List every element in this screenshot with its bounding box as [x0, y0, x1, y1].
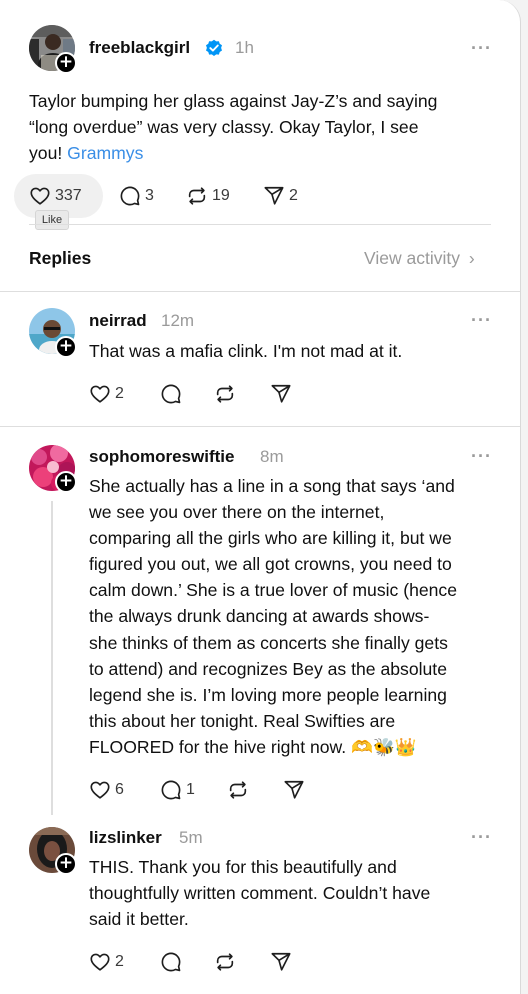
reply-button[interactable]: 1 — [160, 775, 195, 805]
reply-actions: 2 — [89, 947, 309, 977]
share-button[interactable]: 2 — [263, 181, 298, 211]
repost-button[interactable]: 19 — [186, 181, 230, 211]
reply-body-line: this about her tonight. Real Swifties ar… — [89, 710, 396, 731]
like-count: 337 — [55, 187, 82, 204]
like-tooltip: Like — [35, 210, 69, 230]
actions-divider — [29, 224, 491, 225]
reply-body-line: she thinks of them as concerts she final… — [89, 632, 448, 653]
send-icon — [284, 780, 304, 799]
more-options-icon[interactable]: ··· — [471, 38, 492, 59]
reply-body-line: thoughtfully written comment. Couldn’t h… — [89, 883, 431, 904]
reply-count: 3 — [145, 187, 154, 204]
more-options-icon[interactable]: ··· — [471, 446, 492, 467]
post-body-line: you! — [29, 143, 63, 164]
reply-post: + neirrad 12m ··· That was a mafia clink… — [0, 292, 520, 426]
repost-button[interactable] — [214, 947, 236, 977]
reply-body: THIS. Thank you for this beautifully and… — [89, 854, 509, 932]
repost-icon — [229, 781, 247, 799]
heart-icon — [90, 953, 110, 971]
heart-icon — [30, 187, 50, 205]
comment-icon — [161, 952, 181, 972]
reply-actions: 2 — [89, 379, 309, 409]
reply-body-line: calm down.’ She is a true lover of music… — [89, 580, 457, 601]
reply-body-line: figured you out, we all got crowns, you … — [89, 554, 452, 575]
reply-body-line: to attend) and recognizes Bey as the abs… — [89, 658, 447, 679]
post-body-line: Taylor bumping her glass against Jay-Z’s… — [29, 91, 438, 111]
like-count: 2 — [115, 385, 124, 402]
replies-header-title: Replies — [29, 248, 92, 268]
reply-time: 5m — [179, 828, 203, 847]
thread-card: + freeblackgirl 1h ··· Taylor bumping he… — [0, 0, 521, 994]
heart-icon — [90, 781, 110, 799]
tag-link[interactable]: Grammys — [67, 143, 143, 163]
post-time: 1h — [235, 38, 254, 57]
follow-plus-icon[interactable]: + — [55, 52, 77, 74]
reply-actions: 6 1 — [89, 775, 309, 805]
post-actions: 337 3 19 2 — [29, 181, 329, 211]
reply-body-line: She actually has a line in a song that s… — [89, 476, 455, 496]
reply-button[interactable]: 3 — [119, 181, 154, 211]
reply-time: 12m — [161, 311, 195, 330]
like-button[interactable]: 2 — [89, 379, 124, 409]
reply-button[interactable] — [160, 947, 182, 977]
send-icon — [271, 952, 291, 971]
reply-username[interactable]: lizslinker — [89, 828, 162, 848]
reply-body-line: legend she is. I’m loving more people le… — [89, 684, 447, 705]
reply-body-line: comparing all the girls who are killing … — [89, 528, 452, 549]
comment-icon — [161, 780, 181, 800]
comment-icon — [120, 186, 140, 206]
chevron-right-icon: › — [468, 248, 475, 268]
repost-count: 19 — [212, 187, 230, 204]
follow-plus-icon[interactable]: + — [55, 336, 77, 358]
reply-post: + sophomoreswiftie 8m ··· She actually h… — [0, 427, 520, 819]
reply-count: 1 — [186, 781, 195, 798]
like-count: 2 — [115, 953, 124, 970]
share-button[interactable] — [270, 947, 292, 977]
reply-username[interactable]: sophomoreswiftie — [89, 447, 234, 467]
heart-icon — [90, 385, 110, 403]
send-icon — [264, 186, 284, 205]
reply-body-line: THIS. Thank you for this beautifully and — [89, 857, 397, 877]
share-button[interactable] — [270, 379, 292, 409]
follow-plus-icon[interactable]: + — [55, 471, 77, 493]
reply-username[interactable]: neirrad — [89, 311, 147, 331]
main-post: + freeblackgirl 1h ··· Taylor bumping he… — [0, 0, 520, 292]
reply-button[interactable] — [160, 379, 182, 409]
reply-body: That was a mafia clink. I'm not mad at i… — [89, 338, 509, 364]
reply-body-line: said it better. — [89, 909, 189, 930]
post-body-line: “long overdue” was very classy. Okay Tay… — [29, 117, 419, 138]
share-count: 2 — [289, 187, 298, 204]
view-activity-label: View activity — [364, 248, 460, 268]
reply-body-line: we see you over there on the internet, — [89, 502, 385, 523]
repost-icon — [188, 187, 206, 205]
share-button[interactable] — [283, 775, 305, 805]
repost-button[interactable] — [214, 379, 236, 409]
like-button[interactable]: 6 — [89, 775, 124, 805]
like-button[interactable]: 2 — [89, 947, 124, 977]
view-activity-link[interactable]: View activity › — [364, 248, 475, 269]
post-body: Taylor bumping her glass against Jay-Z’s… — [29, 88, 509, 166]
like-count: 6 — [115, 781, 124, 798]
reply-body-line: the always drunk dancing at awards shows… — [89, 606, 430, 627]
repost-icon — [216, 385, 234, 403]
comment-icon — [161, 384, 181, 404]
post-username[interactable]: freeblackgirl — [89, 38, 190, 58]
reply-body-line: That was a mafia clink. I'm not mad at i… — [89, 341, 403, 361]
reply-post: + lizslinker 5m ··· THIS. Thank you for … — [0, 819, 520, 994]
like-button[interactable]: 337 — [29, 181, 82, 211]
repost-button[interactable] — [227, 775, 249, 805]
reply-body-line: FLOORED for the hive right now. 🫶🐝👑 — [89, 736, 417, 757]
more-options-icon[interactable]: ··· — [471, 827, 492, 848]
thread-line — [51, 501, 53, 815]
send-icon — [271, 384, 291, 403]
reply-body: She actually has a line in a song that s… — [89, 473, 514, 760]
repost-icon — [216, 953, 234, 971]
verified-badge-icon — [205, 39, 223, 62]
reply-time: 8m — [260, 447, 284, 466]
follow-plus-icon[interactable]: + — [55, 853, 77, 875]
more-options-icon[interactable]: ··· — [471, 310, 492, 331]
